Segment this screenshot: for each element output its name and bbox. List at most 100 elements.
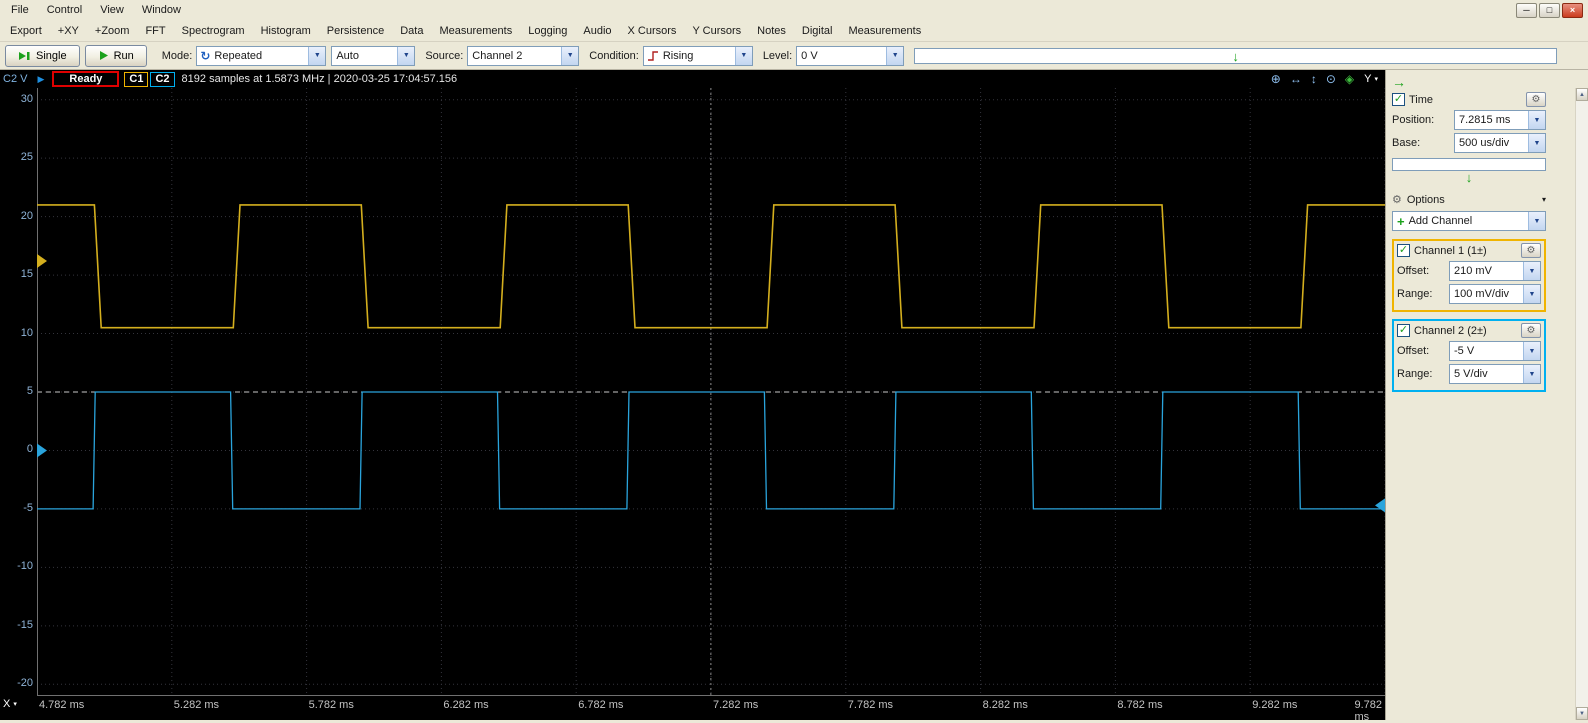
close-button[interactable]: × (1562, 2, 1583, 18)
menu-view[interactable]: View (91, 2, 133, 18)
minimize-button[interactable]: ─ (1516, 2, 1537, 18)
channel1-offset-select[interactable]: 210 mV ▼ (1449, 261, 1541, 281)
channel2-position-marker[interactable] (37, 443, 47, 458)
mode-select[interactable]: ↻ Repeated ▼ (196, 45, 327, 66)
viewmenu-measurements[interactable]: Measurements (431, 22, 520, 40)
viewmenu-xy[interactable]: +XY (50, 22, 87, 40)
repeated-icon: ↻ (200, 48, 211, 63)
level-label: Level: (762, 49, 793, 62)
trigger-mode-select[interactable]: Auto ▼ (331, 45, 416, 66)
viewmenu-zoom[interactable]: +Zoom (87, 22, 138, 40)
condition-value: Rising (662, 49, 694, 62)
snapshot-icon[interactable]: ◈ (1345, 72, 1354, 86)
viewmenu-y-cursors[interactable]: Y Cursors (684, 22, 749, 40)
gear-icon: ⚙ (1526, 245, 1536, 256)
fit-height-icon[interactable]: ↕ (1311, 72, 1317, 86)
zoom-area-icon[interactable]: ⊕ (1271, 72, 1281, 86)
plot-wrap (37, 88, 1385, 696)
viewmenu-measurements[interactable]: Measurements (840, 22, 929, 40)
options-row[interactable]: ⚙ Options ▾ (1392, 193, 1546, 207)
restore-button[interactable]: □ (1539, 2, 1560, 18)
plot-bottom-filler (0, 714, 1385, 720)
y-tick-label: -20 (17, 677, 33, 690)
source-select[interactable]: Channel 2 ▼ (467, 45, 580, 66)
time-group: ✓ Time ⚙ Position: 7.2815 ms ▼ Base: 500… (1392, 92, 1546, 185)
combo-arrow-icon: ▼ (1528, 134, 1545, 152)
single-icon (19, 51, 30, 60)
viewmenu-digital[interactable]: Digital (794, 22, 841, 40)
rising-edge-icon (647, 50, 658, 61)
trigger-level-marker[interactable] (1375, 498, 1385, 513)
scroll-down-button[interactable]: ▼ (1576, 707, 1588, 720)
menu-control[interactable]: Control (38, 2, 91, 18)
check-icon: ✓ (1398, 324, 1409, 336)
menu-file[interactable]: File (2, 2, 38, 18)
viewmenu-spectrogram[interactable]: Spectrogram (174, 22, 253, 40)
viewmenu-logging[interactable]: Logging (520, 22, 575, 40)
source-label: Source: (425, 49, 464, 62)
y-axis-unit-label: C2 V (3, 73, 28, 85)
channel2-checkbox[interactable]: ✓ (1397, 324, 1410, 337)
viewmenu-x-cursors[interactable]: X Cursors (620, 22, 685, 40)
level-select[interactable]: 0 V ▼ (796, 45, 905, 66)
trigger-position-strip[interactable]: ↓ (914, 47, 1557, 64)
main-menu: File Control View Window (2, 2, 190, 18)
time-settings-button[interactable]: ⚙ (1526, 92, 1546, 107)
mode-label: Mode: (161, 49, 193, 62)
channel1-checkbox[interactable]: ✓ (1397, 244, 1410, 257)
fit-width-icon[interactable]: ↔ (1290, 72, 1302, 86)
combo-arrow-icon: ▼ (1523, 285, 1540, 303)
channel2-range-row: Range: 5 V/div ▼ (1397, 364, 1541, 384)
time-position-arrow-icon: ↓ (1465, 170, 1473, 185)
minimize-icon: ─ (1523, 5, 1530, 15)
viewmenu-histogram[interactable]: Histogram (253, 22, 319, 40)
single-button[interactable]: Single (5, 44, 80, 67)
y-tick-label: -15 (17, 618, 33, 631)
channel2-offset-select[interactable]: -5 V ▼ (1449, 341, 1541, 361)
time-position-select[interactable]: 7.2815 ms ▼ (1454, 110, 1546, 130)
viewmenu-audio[interactable]: Audio (575, 22, 619, 40)
run-button[interactable]: Run (84, 44, 147, 67)
sidebar-expand-arrow-icon[interactable]: → (1392, 74, 1588, 92)
oscilloscope-plot[interactable] (37, 88, 1385, 696)
combo-arrow-icon: ▼ (1523, 365, 1540, 383)
source-value: Channel 2 (472, 49, 523, 62)
scroll-up-button[interactable]: ▲ (1576, 88, 1588, 101)
viewmenu-persistence[interactable]: Persistence (319, 22, 392, 40)
x-tick-label: 7.782 ms (847, 699, 894, 711)
magnifier-icon[interactable]: ⊙ (1326, 72, 1336, 86)
menu-window[interactable]: Window (133, 2, 190, 18)
x-axis: X ▾ 4.782 ms 5.282 ms 5.782 ms 6.282 ms 6.78… (0, 696, 1385, 723)
view-menubar: Export +XY +Zoom FFT Spectrogram Histogram Per… (0, 20, 1588, 42)
channel1-header: ✓ Channel 1 (1±) ⚙ (1397, 243, 1541, 258)
condition-select[interactable]: Rising ▼ (642, 45, 753, 66)
run-label: Run (113, 49, 134, 62)
x-tick-label: 8.282 ms (982, 699, 1028, 711)
channel1-tab[interactable]: C1 (124, 71, 149, 87)
time-title: Time (1409, 93, 1434, 106)
channel2-group: ✓ Channel 2 (2±) ⚙ Offset: -5 V ▼ Range:… (1392, 319, 1546, 392)
viewmenu-export[interactable]: Export (2, 22, 50, 40)
x-tick-label: 5.782 ms (308, 699, 354, 711)
viewmenu-data[interactable]: Data (392, 22, 431, 40)
y-axis-button[interactable]: Y ▾ (1364, 73, 1378, 85)
time-checkbox[interactable]: ✓ (1392, 93, 1405, 106)
y-tick-label: 10 (20, 326, 33, 339)
viewmenu-notes[interactable]: Notes (749, 22, 794, 40)
x-axis-button[interactable]: X ▾ (3, 698, 17, 710)
time-header: ✓ Time ⚙ (1392, 92, 1546, 107)
channel1-settings-button[interactable]: ⚙ (1521, 243, 1541, 258)
sidebar-scrollbar[interactable]: ▲ ▼ (1575, 88, 1588, 720)
channel1-position-marker[interactable] (37, 254, 47, 269)
channel2-range-select[interactable]: 5 V/div ▼ (1449, 364, 1541, 384)
channel1-range-select[interactable]: 100 mV/div ▼ (1449, 284, 1541, 304)
run-icon (99, 51, 108, 60)
combo-arrow-icon: ▼ (1523, 342, 1540, 360)
condition-label: Condition: (589, 49, 639, 62)
level-value: 0 V (801, 49, 818, 62)
viewmenu-fft[interactable]: FFT (137, 22, 173, 40)
channel2-settings-button[interactable]: ⚙ (1521, 323, 1541, 338)
channel2-tab[interactable]: C2 (150, 71, 175, 87)
add-channel-button[interactable]: + Add Channel ▼ (1392, 211, 1546, 231)
time-base-select[interactable]: 500 us/div ▼ (1454, 133, 1546, 153)
